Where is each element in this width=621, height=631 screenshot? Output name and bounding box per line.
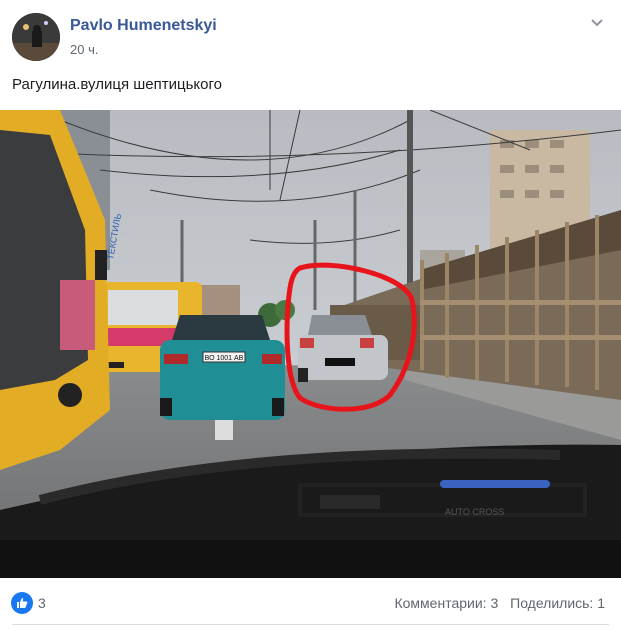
- teal-car: ВО 1001 АВ: [160, 315, 285, 420]
- avatar[interactable]: [12, 13, 60, 61]
- post-timestamp[interactable]: 20 ч.: [70, 42, 98, 57]
- post-text: Рагулина.вулиця шептицького: [12, 76, 222, 93]
- engagement-stats: Комментарии: 3 Поделились: 1: [386, 595, 605, 611]
- street-scene-image: ВО 1001 АВ ТЕКСТИЛЬ AUTO CROSS: [0, 110, 621, 578]
- chevron-down-icon[interactable]: [589, 14, 605, 30]
- thumbs-up-icon[interactable]: [11, 592, 33, 614]
- shares-link[interactable]: Поделились: 1: [510, 595, 605, 611]
- car-plate-text: ВО 1001 АВ: [205, 355, 244, 362]
- windshield-sticker-text: AUTO CROSS: [445, 507, 504, 517]
- like-count[interactable]: 3: [38, 595, 46, 611]
- author-name[interactable]: Pavlo Humenetskyi: [70, 17, 217, 35]
- post-header: Pavlo Humenetskyi 20 ч.: [0, 0, 621, 70]
- post-footer: 3 Комментарии: 3 Поделились: 1: [0, 588, 621, 618]
- footer-divider: [12, 624, 609, 625]
- avatar-image: [12, 13, 60, 61]
- post-photo[interactable]: ВО 1001 АВ ТЕКСТИЛЬ AUTO CROSS: [0, 110, 621, 578]
- comments-link[interactable]: Комментарии: 3: [394, 595, 498, 611]
